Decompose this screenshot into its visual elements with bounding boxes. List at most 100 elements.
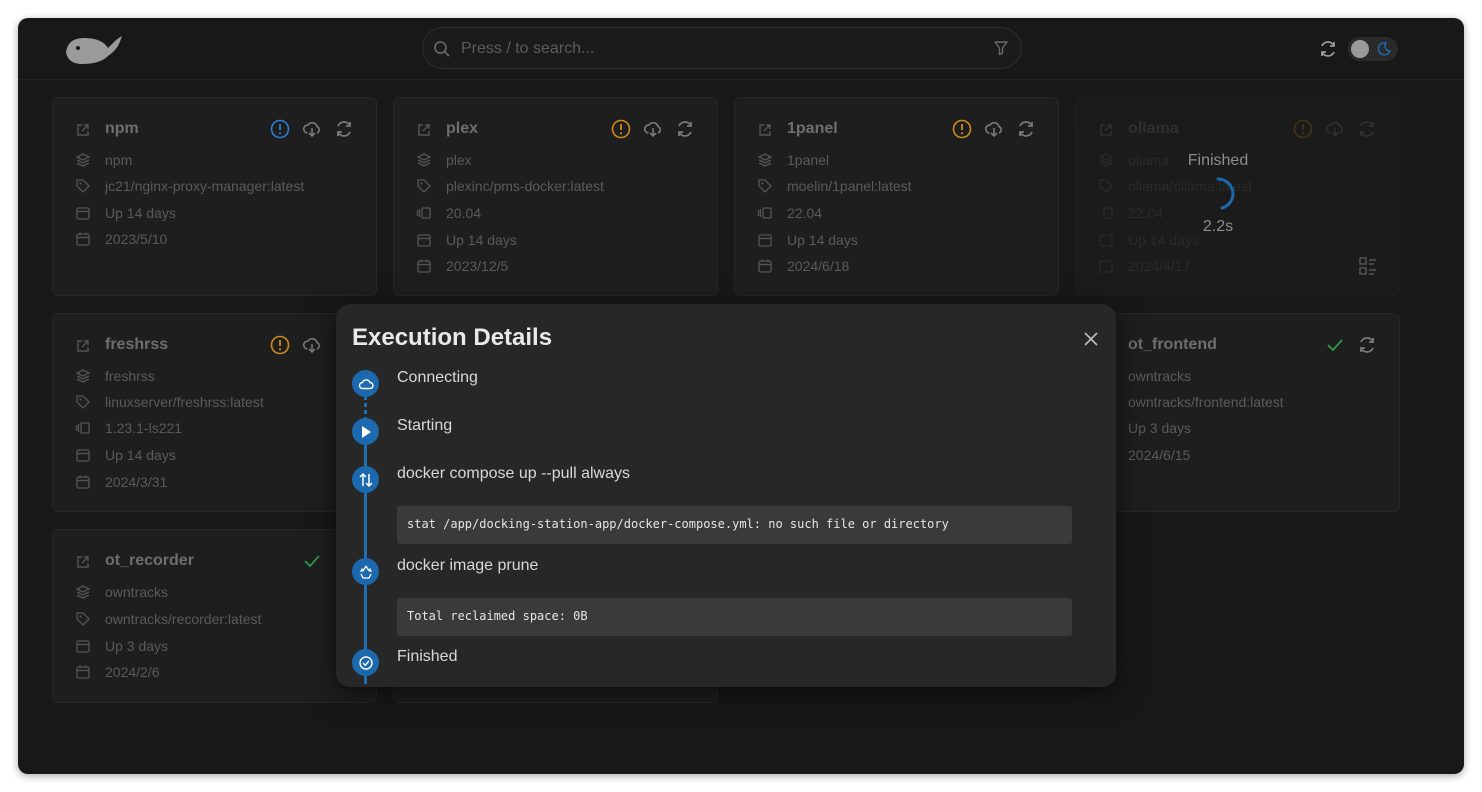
filter-icon[interactable]: [993, 40, 1009, 56]
container-card[interactable]: npm npm jc21/nginx-proxy-manager:latest …: [52, 97, 377, 296]
container-card[interactable]: plex plex plexinc/pms-docker:latest 20.0…: [393, 97, 718, 296]
theme-toggle[interactable]: [1348, 37, 1398, 61]
refresh-icon[interactable]: [1357, 335, 1377, 355]
whale-logo-icon[interactable]: [62, 32, 126, 68]
refresh-icon[interactable]: [1016, 119, 1036, 139]
step-label: docker image prune: [397, 557, 539, 574]
cloud-download-icon[interactable]: [643, 119, 663, 139]
calendar-clock-icon: [76, 449, 90, 462]
created-date: 2023/12/5: [446, 258, 509, 274]
search-bar[interactable]: [422, 27, 1022, 69]
warning-icon[interactable]: [611, 119, 631, 139]
step-icon: [352, 466, 379, 493]
external-link-icon[interactable]: [75, 338, 91, 354]
top-bar: [18, 18, 1464, 80]
version-row: 20.04: [416, 203, 481, 223]
image-row: jc21/nginx-proxy-manager:latest: [75, 176, 304, 196]
uptime: Up 3 days: [105, 638, 169, 654]
uptime: Up 14 days: [446, 232, 517, 248]
calendar-icon: [76, 665, 90, 679]
external-link-icon[interactable]: [75, 554, 91, 570]
step-icon: [352, 418, 379, 445]
check-icon[interactable]: [1325, 335, 1345, 355]
project-row: freshrss: [75, 366, 155, 386]
card-actions: [1325, 335, 1377, 355]
logs-list-icon[interactable]: [1358, 256, 1378, 276]
step-label: Starting: [397, 417, 453, 434]
tag-icon: [76, 395, 90, 409]
created-date: 2024/4/17: [1128, 258, 1191, 274]
search-input[interactable]: [461, 36, 981, 62]
step-icon: [352, 558, 379, 585]
status-row: Up 14 days: [416, 230, 517, 250]
calendar-clock-icon: [76, 207, 90, 220]
cloud-download-icon[interactable]: [984, 119, 1004, 139]
refresh-icon[interactable]: [1318, 39, 1338, 59]
container-card[interactable]: ot_frontend owntracks owntracks/frontend…: [1075, 313, 1400, 512]
project-name: npm: [105, 152, 133, 168]
info-icon[interactable]: [270, 119, 290, 139]
card-actions: [611, 119, 695, 139]
close-icon[interactable]: [1080, 328, 1102, 350]
project-name: freshrss: [105, 368, 155, 384]
created-row: 2024/2/6: [75, 662, 160, 682]
container-name: ollama: [1128, 120, 1179, 137]
recycle-icon: [359, 565, 372, 579]
external-link-icon[interactable]: [75, 122, 91, 138]
tag-icon: [76, 179, 90, 193]
tag-icon: [417, 179, 431, 193]
uptime: Up 14 days: [787, 232, 858, 248]
refresh-icon[interactable]: [334, 119, 354, 139]
tag-icon: [76, 612, 90, 626]
project-row: owntracks: [1128, 366, 1191, 386]
external-link-icon[interactable]: [757, 122, 773, 138]
image-name: plexinc/pms-docker:latest: [446, 178, 604, 194]
check-icon[interactable]: [302, 551, 322, 571]
cloud-download-icon[interactable]: [302, 335, 322, 355]
version: 1.23.1-ls221: [105, 420, 183, 436]
container-card[interactable]: freshrss freshrss linuxserver/freshrss:l…: [52, 313, 377, 512]
version-icon: [1103, 207, 1113, 219]
calendar-icon: [417, 259, 431, 273]
status-row: Up 14 days: [75, 203, 176, 223]
card-actions: [1293, 119, 1377, 139]
project-name: owntracks: [105, 584, 169, 600]
container-name: npm: [105, 120, 139, 137]
warning-icon[interactable]: [270, 335, 290, 355]
created-date: 2024/2/6: [105, 664, 160, 680]
modal-title: Execution Details: [352, 324, 553, 351]
container-card[interactable]: 1panel 1panel moelin/1panel:latest 22.04…: [734, 97, 1059, 296]
layers-icon: [75, 153, 91, 167]
step-log-output: stat /app/docking-station-app/docker-com…: [397, 506, 1072, 544]
created-row: 2024/3/31: [75, 472, 167, 492]
cloud-download-icon[interactable]: [1325, 119, 1345, 139]
version-row: 1.23.1-ls221: [75, 418, 182, 438]
version: 22.04: [787, 205, 823, 221]
container-card[interactable]: ot_recorder owntracks owntracks/recorder…: [52, 529, 377, 703]
created-row: 2023/5/10: [75, 229, 167, 249]
refresh-icon[interactable]: [1357, 119, 1377, 139]
calendar-icon: [76, 232, 90, 246]
version: 20.04: [446, 205, 482, 221]
created-row: 2024/6/15: [1128, 445, 1190, 465]
external-link-icon[interactable]: [416, 122, 432, 138]
created-date: 2024/6/18: [787, 258, 850, 274]
layers-icon: [1098, 153, 1114, 167]
warning-icon[interactable]: [1293, 119, 1313, 139]
step-label: Finished: [397, 648, 458, 665]
external-link-icon[interactable]: [1098, 122, 1114, 138]
image-row: owntracks/frontend:latest: [1128, 392, 1284, 412]
container-name: ot_frontend: [1128, 336, 1217, 353]
cloud-download-icon[interactable]: [302, 119, 322, 139]
image-name: jc21/nginx-proxy-manager:latest: [105, 178, 305, 194]
image-name: linuxserver/freshrss:latest: [105, 394, 264, 410]
tag-icon: [1099, 179, 1113, 193]
refresh-icon[interactable]: [675, 119, 695, 139]
container-name: freshrss: [105, 336, 169, 353]
version-icon: [75, 422, 90, 434]
created-row: 2023/12/5: [416, 256, 508, 276]
calendar-clock-icon: [758, 234, 772, 247]
warning-icon[interactable]: [952, 119, 972, 139]
step-label: Connecting: [397, 369, 478, 386]
card-actions: [952, 119, 1036, 139]
